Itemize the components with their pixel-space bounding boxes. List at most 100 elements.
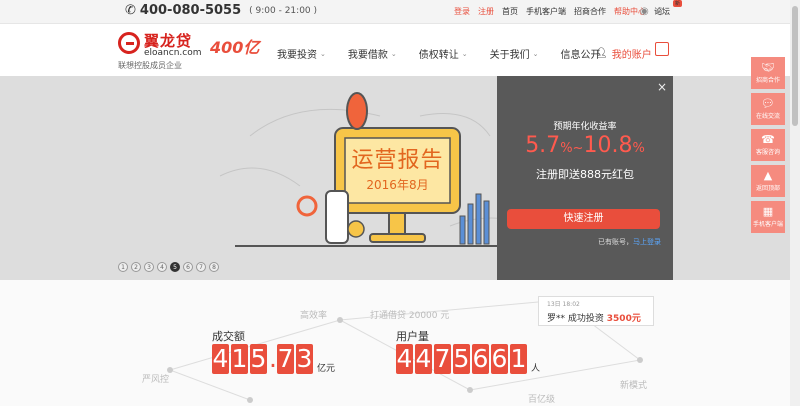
counter-digit: 4 <box>415 344 432 374</box>
counter-digit: . <box>269 344 277 373</box>
chevron-down-icon: ⌄ <box>532 49 539 58</box>
sidebar-item-label: 客服咨询 <box>755 149 780 156</box>
logo-subtitle: 联想控股成员企业 <box>118 61 182 70</box>
handshake-icon: 🤝︎ <box>761 61 775 74</box>
sidebar-item-label: 手机客户端 <box>752 221 783 228</box>
scrollbar[interactable] <box>790 0 800 406</box>
sidebar-item[interactable]: ▲ 返回顶部 <box>751 165 785 197</box>
ticker-text: 罗** 成功投资 3500元 <box>547 311 641 324</box>
register-link[interactable]: 注册 <box>478 6 494 17</box>
nav-borrow-label: 我要借款 <box>347 50 388 61</box>
login-prompt: 已有账号，马上登录 <box>598 237 661 247</box>
nav-borrow[interactable]: 我要借款 ⌄ <box>347 46 397 62</box>
main-nav: 翼龙贷 eloancn.com 联想控股成员企业 400亿 我要投资 ⌄ 我要借款… <box>0 24 800 76</box>
login-link[interactable]: 登录 <box>454 6 470 17</box>
counter-unit: 人 <box>531 364 541 374</box>
chat-icon: 💬︎ <box>761 97 775 110</box>
rate-tilde: ~ <box>572 141 584 156</box>
phone-number: 400-080-5055 <box>139 3 242 18</box>
hotline: ✆ 400-080-5055 ( 9:00 - 21:00 ) <box>125 3 317 18</box>
volume-counter: 4 1 5. 7 3 亿元 <box>212 344 335 374</box>
pager-dot[interactable]: 2 <box>131 262 141 272</box>
pager-dot[interactable]: 8 <box>209 262 219 272</box>
weibo-icon[interactable]: ◉ <box>640 6 649 17</box>
rate-range: 5.7%~10.8% <box>497 133 673 158</box>
counter-digit: 1 <box>510 344 527 374</box>
user-icon: 👤︎ <box>595 48 608 59</box>
rate-low-percent: % <box>560 141 573 156</box>
rate-low: 5.7 <box>525 133 561 158</box>
pager-dot[interactable]: 4 <box>157 262 167 272</box>
register-button[interactable]: 快速注册 <box>507 209 660 229</box>
login-now-link[interactable]: 马上登录 <box>633 238 661 246</box>
counter-digit: 3 <box>296 344 313 374</box>
sidebar-item[interactable]: ☎ 客服咨询 <box>751 129 785 161</box>
top-bar: ✆ 400-080-5055 ( 9:00 - 21:00 ) 登录 注册 首页… <box>0 0 800 24</box>
my-account-link[interactable]: 👤︎ 我的账户 <box>595 46 652 61</box>
arrow-up-icon: ▲ <box>763 169 773 182</box>
wechat-icon[interactable]: ◎ <box>656 6 665 17</box>
have-account-text: 已有账号， <box>598 238 633 246</box>
sidebar-item[interactable]: 🤝︎ 招商合作 <box>751 57 785 89</box>
nav-transfer[interactable]: 债权转让 ⌄ <box>418 46 468 62</box>
net-word: 高效率 <box>300 311 328 321</box>
qrcode-icon: ▦ <box>762 205 774 218</box>
rate-high-percent: % <box>632 141 645 156</box>
nav-about-label: 关于我们 <box>489 50 530 61</box>
nav-about[interactable]: 关于我们 ⌄ <box>489 46 539 62</box>
hero-banner[interactable]: 运营报告 2016年8月 <box>0 76 800 280</box>
net-word: 百亿级 <box>528 395 556 405</box>
my-account-label: 我的账户 <box>611 50 652 61</box>
chevron-down-icon: ⌄ <box>461 49 468 58</box>
counter-unit: 亿元 <box>317 364 336 374</box>
sidebar-item[interactable]: ▦ 手机客户端 <box>751 201 785 233</box>
mobile-app-link[interactable]: 手机客户端 <box>526 6 566 17</box>
users-counter: 4475661人 <box>396 344 540 374</box>
pager-dot[interactable]: 7 <box>196 262 206 272</box>
rate-label: 预期年化收益率 <box>553 122 617 132</box>
forum-badge: 新 <box>672 0 682 7</box>
ticker-time: 13日 18:02 <box>547 301 580 308</box>
nav-menu: 我要投资 ⌄ 我要借款 ⌄ 债权转让 ⌄ 关于我们 ⌄ 信息公开 <box>277 46 623 62</box>
banner-pager: 12345678 <box>118 262 219 272</box>
chevron-down-icon: ⌄ <box>390 49 397 58</box>
board-title: 运营报告 <box>351 148 444 173</box>
nav-transfer-label: 债权转让 <box>418 50 459 61</box>
pager-dot[interactable]: 5 <box>170 262 180 272</box>
mail-icon[interactable] <box>655 42 669 56</box>
nav-invest[interactable]: 我要投资 ⌄ <box>277 46 326 62</box>
milestone-badge: 400亿 <box>210 38 260 57</box>
pager-dot[interactable]: 1 <box>118 262 128 272</box>
investment-ticker: 13日 18:02 罗** 成功投资 3500元 <box>538 296 654 326</box>
signup-panel: × 预期年化收益率 5.7%~10.8% 注册即送888元红包 快速注册 已有账… <box>497 76 673 280</box>
counter-digit: 6 <box>472 344 489 374</box>
pager-dot[interactable]: 3 <box>144 262 154 272</box>
pager-dot[interactable]: 6 <box>183 262 193 272</box>
net-word: 严风控 <box>142 375 170 385</box>
gift-text: 注册即送888元红包 <box>536 168 634 181</box>
net-word: 打通借贷 20000 元 <box>370 311 450 321</box>
logo-domain: eloancn.com <box>144 48 202 58</box>
ticker-user: 罗** <box>547 314 566 324</box>
logo-mark-icon <box>118 32 140 54</box>
phone-icon: ✆ <box>125 3 136 18</box>
users-label: 用户量 <box>396 330 429 343</box>
counter-digit: 1 <box>231 344 248 374</box>
scrollbar-thumb[interactable] <box>792 6 798 126</box>
ticker-action: 成功投资 <box>567 314 604 324</box>
service-hours: ( 9:00 - 21:00 ) <box>249 5 318 16</box>
close-icon[interactable]: × <box>657 80 667 94</box>
sidebar-item[interactable]: 💬︎ 在线交流 <box>751 93 785 125</box>
volume-label: 成交额 <box>212 330 245 343</box>
partner-link[interactable]: 招商合作 <box>574 6 606 17</box>
counter-digit: 7 <box>277 344 294 374</box>
service-icon: ☎ <box>761 133 775 146</box>
counter-digit: 5 <box>250 344 267 374</box>
home-link[interactable]: 首页 <box>502 6 518 17</box>
counter-digit: 6 <box>491 344 508 374</box>
sidebar-item-label: 招商合作 <box>755 77 780 84</box>
sidebar-item-label: 在线交流 <box>755 113 780 120</box>
counter-digit: 4 <box>396 344 413 374</box>
counter-digit: 5 <box>453 344 470 374</box>
floating-sidebar: 🤝︎ 招商合作 💬︎ 在线交流 ☎ 客服咨询 ▲ 返回顶部 ▦ 手机客户端 <box>751 57 785 233</box>
